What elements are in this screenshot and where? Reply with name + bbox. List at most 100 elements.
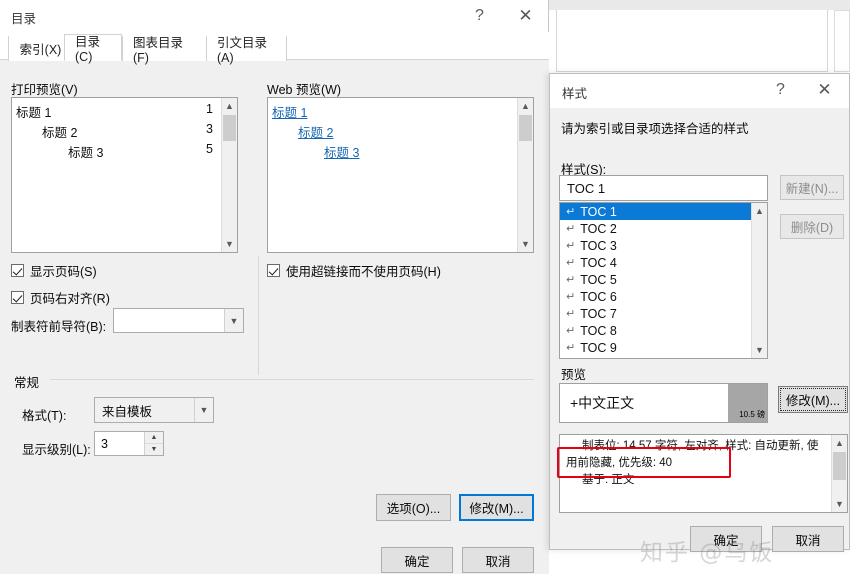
style-name-input[interactable]: TOC 1 [559, 175, 768, 201]
tab-figure-toc[interactable]: 图表目录(F) [122, 36, 206, 65]
list-item[interactable]: ↵ TOC 4 [560, 254, 751, 271]
print-preview-line: 标题 3 5 [16, 142, 221, 162]
style-preview-box: +中文正文 10.5 磅 [559, 383, 768, 423]
levels-spinner[interactable]: 3 ▲ ▼ [94, 431, 164, 456]
print-preview-line-text: 标题 2 [42, 126, 78, 140]
list-item[interactable]: ↵ TOC 3 [560, 237, 751, 254]
scroll-up-icon[interactable]: ▲ [832, 435, 847, 451]
scrollbar-thumb[interactable] [223, 115, 236, 141]
modify-button[interactable]: 修改(M)... [459, 494, 534, 521]
chevron-down-icon[interactable]: ▼ [224, 309, 243, 332]
checkbox-box [11, 291, 24, 304]
ok-button[interactable]: 确定 [381, 547, 453, 573]
style-description-text: 制表位: 14.57 字符, 左对齐, 样式: 自动更新, 使 用前隐藏, 优先… [566, 438, 829, 489]
list-item[interactable]: ↵ TOC 1 [560, 203, 751, 220]
tab-toc[interactable]: 目录(C) [64, 34, 122, 64]
pilcrow-icon: ↵ [566, 342, 576, 354]
background-document-page [556, 10, 828, 72]
toc-dialog-title: 目录 [11, 12, 37, 26]
tab-toc-label: 目录(C) [75, 35, 101, 64]
ok-button-label: 确定 [404, 554, 430, 569]
levels-label: 显示级别(L): [22, 443, 91, 457]
styles-listbox[interactable]: ↵ TOC 1 ↵ TOC 2 ↵ TOC 3 ↵ TOC 4 ↵ TOC 5 ↵ TOC … [559, 202, 768, 359]
style-description-scrollbar[interactable]: ▲ ▼ [831, 435, 847, 512]
cancel-button-label: 取消 [485, 554, 511, 569]
list-item[interactable]: ↵ TOC 9 [560, 339, 751, 356]
background-ribbon-band [548, 0, 850, 10]
pilcrow-icon: ↵ [566, 308, 576, 320]
pilcrow-icon: ↵ [566, 206, 576, 218]
print-preview-scrollbar[interactable]: ▲ ▼ [221, 98, 237, 252]
tab-citation-toc[interactable]: 引文目录(A) [206, 36, 287, 65]
cancel-button[interactable]: 取消 [462, 547, 534, 573]
pilcrow-icon: ↵ [566, 291, 576, 303]
web-preview-link[interactable]: 标题 2 [298, 122, 333, 141]
scroll-down-icon[interactable]: ▼ [832, 496, 847, 512]
styles-list-inner: ↵ TOC 1 ↵ TOC 2 ↵ TOC 3 ↵ TOC 4 ↵ TOC 5 ↵ TOC … [560, 203, 751, 358]
list-item[interactable]: ↵ TOC 6 [560, 288, 751, 305]
scroll-down-icon[interactable]: ▼ [752, 342, 767, 358]
options-button-label: 选项(O)... [386, 502, 441, 516]
style-description-box: 制表位: 14.57 字符, 左对齐, 样式: 自动更新, 使 用前隐藏, 优先… [559, 434, 848, 513]
print-preview-content: 标题 1 1 标题 2 3 标题 3 5 [12, 98, 221, 252]
options-button[interactable]: 选项(O)... [376, 494, 451, 521]
scroll-up-icon[interactable]: ▲ [752, 203, 767, 219]
scrollbar-thumb[interactable] [519, 115, 532, 141]
close-icon[interactable]: ✕ [802, 74, 847, 105]
new-style-button[interactable]: 新建(N)... [780, 175, 844, 200]
list-item-label: TOC 9 [580, 340, 617, 355]
print-preview-line-page: 3 [206, 122, 213, 136]
web-preview-line: 标题 1 [272, 102, 517, 122]
spinner-buttons[interactable]: ▲ ▼ [144, 432, 163, 455]
tab-index[interactable]: 索引(X) [8, 36, 72, 61]
scroll-down-icon[interactable]: ▼ [222, 236, 237, 252]
help-icon[interactable]: ? [457, 0, 502, 31]
general-group-line [50, 379, 534, 380]
list-item[interactable]: ↵ TOC 7 [560, 305, 751, 322]
checkbox-right-align-label: 页码右对齐(R) [30, 292, 110, 306]
list-item[interactable]: ↵ TOC 2 [560, 220, 751, 237]
print-preview-line-page: 1 [206, 102, 213, 116]
scrollbar-thumb[interactable] [833, 452, 846, 480]
checkbox-box [11, 264, 24, 277]
tab-leader-label: 制表符前导符(B): [11, 320, 107, 334]
styles-modify-button[interactable]: 修改(M)... [778, 386, 848, 413]
styles-dialog-title: 样式 [562, 87, 588, 101]
style-preview-size: 10.5 磅 [739, 410, 765, 419]
format-value: 来自模板 [102, 404, 153, 419]
delete-style-button[interactable]: 删除(D) [780, 214, 844, 239]
checkbox-box [267, 264, 280, 277]
list-item[interactable]: ↵ TOC 5 [560, 271, 751, 288]
spinner-up-icon[interactable]: ▲ [145, 432, 163, 444]
levels-value[interactable]: 3 [95, 437, 144, 451]
web-preview-link[interactable]: 标题 1 [272, 102, 307, 121]
pilcrow-icon: ↵ [566, 257, 576, 269]
print-preview-line-page: 5 [206, 142, 213, 156]
scroll-down-icon[interactable]: ▼ [518, 236, 533, 252]
scroll-up-icon[interactable]: ▲ [518, 98, 533, 114]
checkbox-right-align-page-numbers[interactable]: 页码右对齐(R) [11, 288, 110, 307]
spinner-down-icon[interactable]: ▼ [145, 444, 163, 455]
checkbox-show-page-numbers[interactable]: 显示页码(S) [11, 261, 97, 280]
styles-cancel-button[interactable]: 取消 [772, 526, 844, 552]
list-item[interactable]: ↵ TOC 8 [560, 322, 751, 339]
help-icon[interactable]: ? [758, 74, 803, 105]
print-preview-label: 打印预览(V) [11, 83, 78, 97]
toc-dialog: 目录 ? ✕ 索引(X) 目录(C) 图表目录(F) 引文目录(A) 打印预览(… [0, 0, 549, 574]
checkbox-show-page-numbers-label: 显示页码(S) [30, 265, 97, 279]
styles-list-scrollbar[interactable]: ▲ ▼ [751, 203, 767, 358]
web-preview-link[interactable]: 标题 3 [324, 142, 359, 161]
chevron-down-icon[interactable]: ▼ [194, 398, 213, 422]
tab-citation-toc-label: 引文目录(A) [217, 36, 268, 65]
list-item-label: TOC 4 [580, 255, 617, 270]
close-icon[interactable]: ✕ [503, 0, 548, 31]
scroll-up-icon[interactable]: ▲ [222, 98, 237, 114]
checkbox-use-hyperlinks[interactable]: 使用超链接而不使用页码(H) [267, 261, 441, 280]
format-combobox[interactable]: 来自模板 ▼ [94, 397, 214, 423]
print-preview-line: 标题 2 3 [16, 122, 221, 142]
tab-leader-combobox[interactable]: ▼ [113, 308, 244, 333]
web-preview-scrollbar[interactable]: ▲ ▼ [517, 98, 533, 252]
toc-dialog-titlebar: 目录 ? ✕ [0, 0, 548, 32]
list-item-label: TOC 6 [580, 289, 617, 304]
print-preview-line-text: 标题 1 [16, 106, 52, 120]
